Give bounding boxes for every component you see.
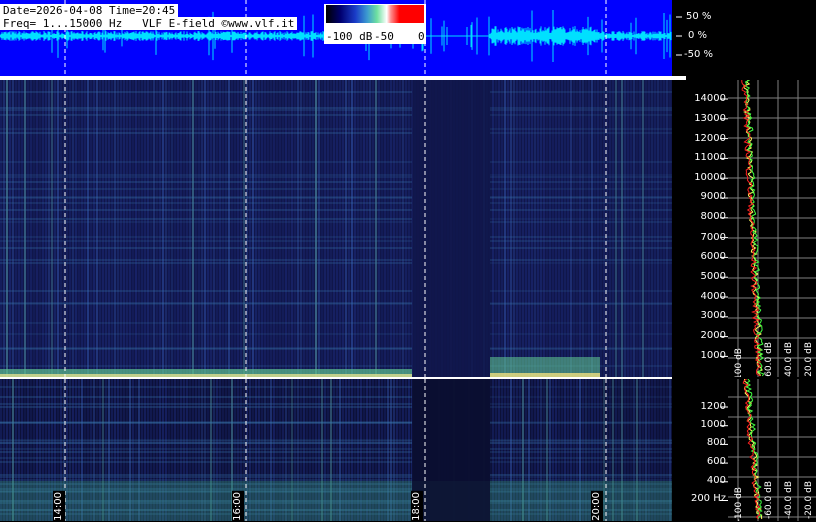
profile-label-60db-high: -60.0 dB xyxy=(764,342,774,377)
freq-label-1000: 1000 xyxy=(700,350,726,361)
time-label-2000: 20:00 xyxy=(591,491,603,522)
freq-label-600: 600 xyxy=(706,456,726,467)
color-scale-mid-label: -50 xyxy=(374,30,394,43)
profile-label-100db-high: -100 dB xyxy=(734,348,744,377)
color-scale-min-label: -100 dB xyxy=(326,30,373,43)
scale-label-minus50: -50 % xyxy=(684,49,714,60)
time-label-1800: 18:00 xyxy=(411,491,423,522)
spectrum-profile-high-plot xyxy=(728,80,816,377)
spectrum-profile-high: -100 dB -60.0 dB -40.0 dB -20.0 dB xyxy=(728,80,816,377)
spectrogram-low-band-image xyxy=(0,379,672,521)
spectrum-profile-low: -100 dB -60.0 dB -40.0 dB -20.0 dB xyxy=(728,379,816,521)
color-scale-max-label: 0 xyxy=(418,30,425,43)
freq-label-14000: 14000 xyxy=(694,93,726,104)
profile-label-20db-high: -20.0 dB xyxy=(804,342,814,377)
freq-label-3000: 3000 xyxy=(700,310,726,321)
freq-label-13000: 13000 xyxy=(694,113,726,124)
color-scale-gradient xyxy=(326,5,424,23)
freq-label-7000: 7000 xyxy=(700,232,726,243)
time-label-1400: 14:00 xyxy=(53,491,65,522)
freq-label-6000: 6000 xyxy=(700,251,726,262)
profile-label-20db-low: -20.0 dB xyxy=(804,481,814,520)
frequency-axis-low: 1200 1000 800 600 400 200 Hz xyxy=(672,379,728,521)
profile-label-40db-high: -40.0 dB xyxy=(784,342,794,377)
freq-label-12000: 12000 xyxy=(694,133,726,144)
freq-label-2000: 2000 xyxy=(700,330,726,341)
freq-label-1200: 1200 xyxy=(700,401,726,412)
freq-label-1000-low: 1000 xyxy=(700,419,726,430)
freq-label-200: 200 Hz xyxy=(690,493,726,504)
spectrogram-low-band xyxy=(0,379,672,521)
color-scale-legend: -100 dB -50 0 xyxy=(324,4,426,44)
spectrogram-high-band-image xyxy=(0,80,672,377)
frequency-axis-high: 14000 13000 12000 11000 10000 9000 8000 … xyxy=(672,80,728,377)
spectrogram-high-band xyxy=(0,80,672,377)
freq-label-8000: 8000 xyxy=(700,211,726,222)
freq-label-5000: 5000 xyxy=(700,271,726,282)
scale-label-plus50: 50 % xyxy=(686,11,712,22)
freq-label-400: 400 xyxy=(706,475,726,486)
freq-label-800: 800 xyxy=(706,437,726,448)
frequency-info-label: Freq= 1...15000 Hz VLF E-field ©www.vlf.… xyxy=(0,17,298,30)
profile-label-40db-low: -40.0 dB xyxy=(784,481,794,520)
scale-label-zero: 0 % xyxy=(688,30,708,41)
freq-label-9000: 9000 xyxy=(700,191,726,202)
freq-label-10000: 10000 xyxy=(694,172,726,183)
date-time-label: Date=2026-04-08 Time=20:45 xyxy=(0,4,179,17)
freq-label-11000: 11000 xyxy=(694,152,726,163)
waveform-scale: 50 % 0 % -50 % xyxy=(672,0,816,76)
time-label-1600: 16:00 xyxy=(232,491,244,522)
profile-label-100db-low: -100 dB xyxy=(734,487,744,521)
freq-label-4000: 4000 xyxy=(700,291,726,302)
profile-label-60db-low: -60.0 dB xyxy=(764,481,774,520)
